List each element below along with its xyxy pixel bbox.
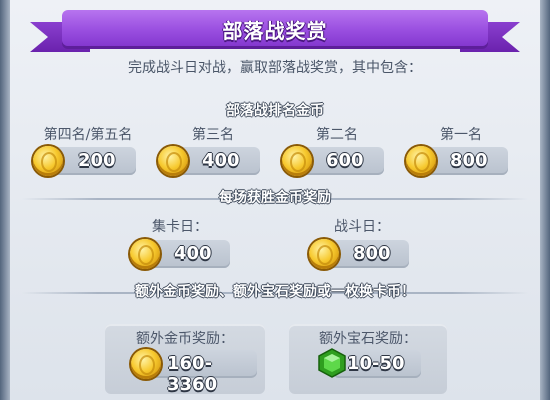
bonus-gold-label: 额外金币奖励： (136, 331, 234, 347)
green-gem-icon (318, 348, 346, 378)
bonus-gem-value: 10-50 (347, 353, 405, 374)
collection-day-value: 400 (174, 243, 212, 264)
tier-label-2: 第二名 (316, 127, 358, 143)
bonus-gold-box: 额外金币奖励： 160-3360 (105, 324, 265, 395)
gold-coin-icon (406, 146, 436, 176)
banner-title: 部落战奖赏 (222, 19, 328, 43)
gold-coin-icon (131, 349, 161, 379)
tier-label-4-5: 第四名/第五名 (43, 127, 133, 143)
bonus-gold-value: 160-3360 (167, 353, 218, 395)
bonus-gem-box: 额外宝石奖励： 10-50 (289, 324, 447, 394)
tier-label-3: 第三名 (192, 127, 234, 143)
bonus-section-title: 额外金币奖励、额外宝石奖励或一枚换卡币！ (135, 284, 415, 300)
rewards-description: 完成战斗日对战，赢取部落战奖赏，其中包含： (128, 60, 422, 76)
ranking-section-title: 部落战排名金币 (226, 103, 324, 119)
battle-day-value: 800 (353, 243, 391, 264)
tier-reward-value: 800 (450, 150, 488, 171)
tier-reward-value: 600 (326, 150, 364, 171)
title-banner: 部落战奖赏 (62, 10, 488, 46)
bonus-gem-label: 额外宝石奖励： (319, 331, 417, 347)
tier-label-1: 第一名 (440, 127, 482, 143)
tier-reward-value: 200 (78, 150, 116, 171)
gold-coin-icon (130, 239, 160, 269)
gold-coin-icon (282, 146, 312, 176)
gold-coin-icon (158, 146, 188, 176)
clan-war-rewards-panel: 部落战奖赏 完成战斗日对战，赢取部落战奖赏，其中包含： 部落战排名金币 第四名/… (0, 0, 550, 400)
battle-day-label: 战斗日： (334, 219, 390, 235)
per-win-section-title: 每场获胜金币奖励 (219, 190, 331, 206)
gold-coin-icon (33, 146, 63, 176)
collection-day-label: 集卡日： (152, 219, 208, 235)
bonus-gold-reward: 160-3360 (145, 350, 257, 395)
tier-reward-value: 400 (202, 150, 240, 171)
gold-coin-icon (309, 239, 339, 269)
